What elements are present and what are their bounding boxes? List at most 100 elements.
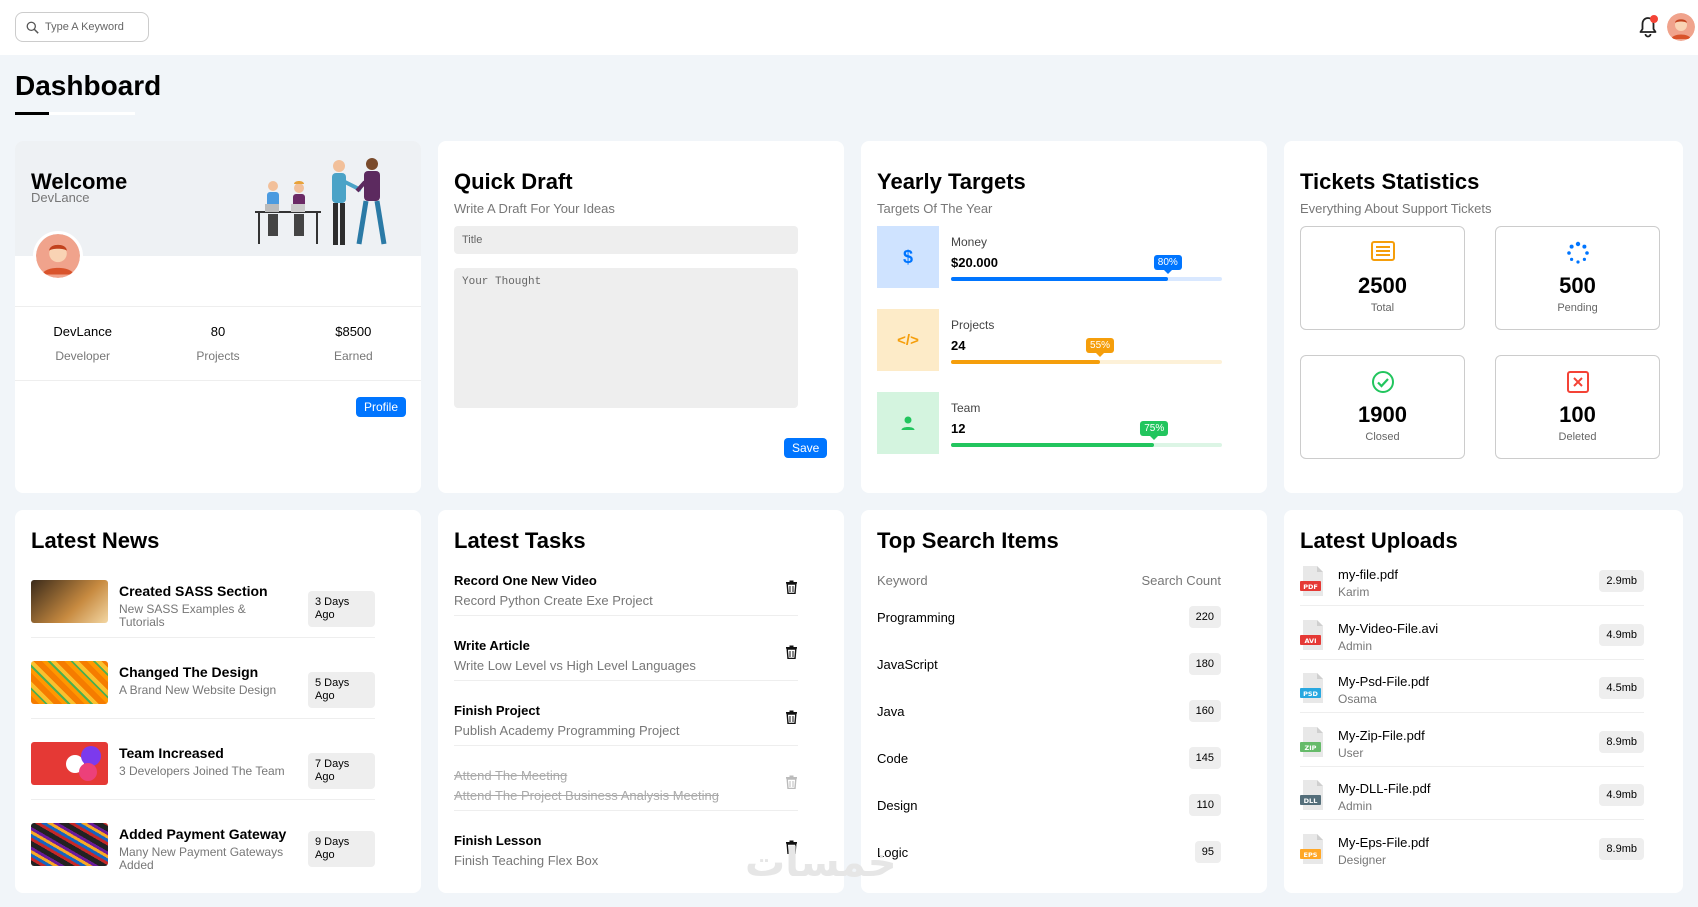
task-heading: Write Article xyxy=(454,638,530,653)
upload-item[interactable]: PSD My-Psd-File.pdf Osama 4.5mb xyxy=(1300,663,1644,713)
profile-button[interactable]: Profile xyxy=(356,397,407,417)
ticket-count: 2500 xyxy=(1358,273,1407,298)
progress-track: 75% xyxy=(951,421,1222,447)
task-heading: Attend The Meeting xyxy=(454,768,568,783)
progress-track: 80% xyxy=(951,255,1222,281)
target-team: Team 12 75% xyxy=(877,392,1222,454)
dollar-icon: $ xyxy=(877,226,939,288)
file-icon: EPS xyxy=(1300,833,1323,864)
progress-fill: 80% xyxy=(951,255,1182,281)
search-row: Programming 220 xyxy=(877,604,1221,634)
draft-body-textarea[interactable] xyxy=(454,268,798,408)
news-item[interactable]: Team Increased 3 Developers Joined The T… xyxy=(31,725,375,800)
news-time-badge: 9 Days Ago xyxy=(308,831,375,867)
trash-icon[interactable] xyxy=(785,580,798,594)
draft-subtitle: Write A Draft For Your Ideas xyxy=(454,201,615,216)
search-row: Code 145 xyxy=(877,745,1221,775)
welcome-card: Welcome DevLance DevLance Developer 80 P… xyxy=(15,141,421,493)
file-size: 8.9mb xyxy=(1599,730,1644,753)
upload-item[interactable]: EPS My-Eps-File.pdf Designer 8.9mb xyxy=(1300,824,1644,874)
upload-item[interactable]: DLL My-DLL-File.pdf Admin 4.9mb xyxy=(1300,770,1644,820)
search-box[interactable] xyxy=(15,12,149,42)
column-count: Search Count xyxy=(1141,573,1222,588)
target-value: $20.000 xyxy=(951,255,998,270)
page-title: Dashboard xyxy=(15,70,162,101)
trash-icon[interactable] xyxy=(785,775,798,789)
search-keyword: Code xyxy=(877,751,909,766)
tickets-subtitle: Everything About Support Tickets xyxy=(1300,201,1492,216)
ticket-label: Closed xyxy=(1365,431,1400,443)
task-item-done[interactable]: Attend The Meeting Attend The Project Bu… xyxy=(454,751,798,811)
news-thumbnail xyxy=(31,823,108,866)
welcome-subtitle: DevLance xyxy=(31,190,90,205)
ticket-label: Total xyxy=(1370,302,1395,314)
news-title: Latest News xyxy=(31,528,160,553)
news-item[interactable]: Changed The Design A Brand New Website D… xyxy=(31,644,375,719)
news-thumbnail xyxy=(31,661,108,704)
search-count: 95 xyxy=(1194,841,1221,863)
avatar[interactable] xyxy=(1667,13,1695,41)
file-uploader: Designer xyxy=(1338,852,1387,867)
trash-icon[interactable] xyxy=(785,710,798,724)
news-heading: Created SASS Section xyxy=(119,583,268,599)
progress-fill: 55% xyxy=(951,338,1115,364)
search-input[interactable] xyxy=(45,21,145,33)
search-count: 180 xyxy=(1188,653,1221,675)
latest-tasks-card: Latest Tasks Record One New Video Record… xyxy=(438,510,844,893)
task-description: Record Python Create Exe Project xyxy=(454,593,653,608)
upload-item[interactable]: PDF my-file.pdf Karim 2.9mb xyxy=(1300,556,1644,606)
file-uploader: Admin xyxy=(1338,799,1373,813)
targets-title: Yearly Targets xyxy=(877,169,1026,194)
stat-earned: $8500 Earned xyxy=(286,307,421,380)
x-square-icon xyxy=(1566,371,1589,393)
ticket-closed: 1900 Closed xyxy=(1300,355,1465,459)
trash-icon[interactable] xyxy=(785,645,798,659)
title-underline xyxy=(15,112,135,115)
ticket-total: 2500 Total xyxy=(1300,226,1465,330)
progress-fill: 75% xyxy=(951,421,1169,447)
search-count: 220 xyxy=(1188,606,1221,628)
task-item[interactable]: Write Article Write Low Level vs High Le… xyxy=(454,621,798,681)
draft-title-input[interactable] xyxy=(454,226,798,254)
file-ext: AVI xyxy=(1304,637,1316,645)
news-description: New SASS Examples & Tutorials xyxy=(119,602,246,629)
search-count: 110 xyxy=(1189,794,1221,816)
file-size: 8.9mb xyxy=(1599,837,1644,860)
ticket-label: Pending xyxy=(1557,302,1598,314)
news-description: A Brand New Website Design xyxy=(119,683,277,697)
search-row: JavaScript 180 xyxy=(877,651,1221,681)
stat-projects: 80 Projects xyxy=(150,307,285,380)
search-keyword: Java xyxy=(877,704,905,719)
ticket-count: 100 xyxy=(1559,402,1596,427)
target-money: $ Money $20.000 80% xyxy=(877,226,1222,288)
search-items-title: Top Search Items xyxy=(877,528,1059,553)
notification-dot xyxy=(1650,15,1658,23)
check-circle-icon xyxy=(1371,371,1394,393)
news-item[interactable]: Created SASS Section New SASS Examples &… xyxy=(31,563,375,638)
ticket-count: 1900 xyxy=(1358,402,1407,427)
search-icon xyxy=(26,21,39,34)
task-heading: Finish Project xyxy=(454,703,540,718)
target-label: Projects xyxy=(951,318,995,332)
target-label: Team xyxy=(951,401,981,415)
save-button[interactable]: Save xyxy=(784,438,828,458)
task-item[interactable]: Record One New Video Record Python Creat… xyxy=(454,556,798,616)
news-item[interactable]: Added Payment Gateway Many New Payment G… xyxy=(31,806,375,881)
file-ext: ZIP xyxy=(1305,744,1317,752)
upload-item[interactable]: ZIP My-Zip-File.pdf User 8.9mb xyxy=(1300,717,1644,767)
task-description: Attend The Project Business Analysis Mee… xyxy=(454,788,719,803)
news-heading: Added Payment Gateway xyxy=(119,826,287,842)
upload-item[interactable]: AVI My-Video-File.avi Admin 4.9mb xyxy=(1300,610,1644,660)
task-heading: Record One New Video xyxy=(454,573,597,588)
search-keyword: Programming xyxy=(877,610,956,625)
targets-subtitle: Targets Of The Year xyxy=(877,201,993,216)
ticket-pending: 500 Pending xyxy=(1495,226,1660,330)
top-bar xyxy=(0,0,1698,55)
task-item[interactable]: Finish Project Publish Academy Programmi… xyxy=(454,686,798,746)
search-keyword: JavaScript xyxy=(877,657,938,672)
progress-badge: 55% xyxy=(1086,338,1115,357)
file-uploader: Karim xyxy=(1338,585,1370,599)
quick-draft-card: Quick Draft Write A Draft For Your Ideas… xyxy=(438,141,844,493)
file-icon: DLL xyxy=(1300,780,1323,810)
stat-value: DevLance xyxy=(53,324,112,339)
